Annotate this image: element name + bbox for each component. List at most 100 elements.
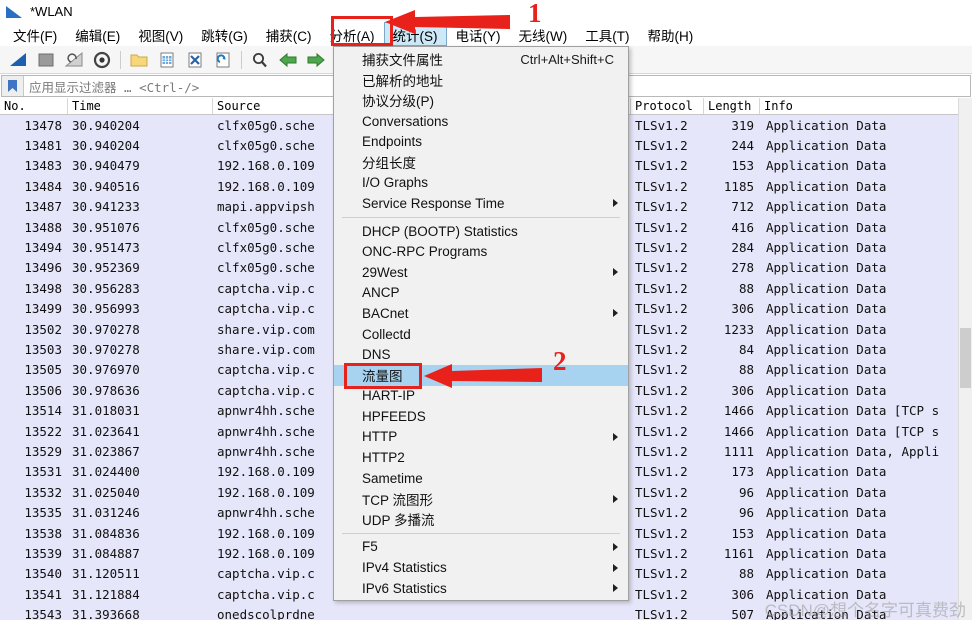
menu-item-29west[interactable]: 29West <box>334 262 628 283</box>
menu-item-[interactable]: 捕获文件属性 Ctrl+Alt+Shift+C <box>334 49 628 70</box>
cell-info: Application Data <box>766 260 887 276</box>
menu-item-bacnet[interactable]: BACnet <box>334 303 628 324</box>
cell-info: Application Data [TCP s <box>766 403 940 419</box>
menu-item-[interactable]: 已解析的地址 <box>334 70 628 91</box>
chevron-right-icon <box>613 494 618 503</box>
cell-info: Application Data <box>766 341 887 357</box>
menu-go[interactable]: 跳转(G) <box>192 22 257 46</box>
cell-source: 192.168.0.109 <box>217 484 315 500</box>
menu-tools[interactable]: 工具(T) <box>576 22 638 46</box>
cell-no: 13496 <box>24 260 62 276</box>
menu-item-udp[interactable]: UDP 多播流 <box>334 509 628 530</box>
scrollbar-thumb[interactable] <box>960 328 971 388</box>
cell-source: onedscolprdne <box>217 607 315 620</box>
menu-item-hpfeeds[interactable]: HPFEEDS <box>334 406 628 427</box>
menu-item-collectd[interactable]: Collectd <box>334 324 628 345</box>
cell-time: 30.976970 <box>72 362 140 378</box>
restart-capture-icon[interactable] <box>61 48 87 72</box>
toolbar-separator-2 <box>241 50 242 69</box>
menu-item-i-o-graphs[interactable]: I/O Graphs <box>334 173 628 194</box>
cell-length: 319 <box>731 117 754 133</box>
column-header-no[interactable]: No. <box>0 98 68 114</box>
cell-source: share.vip.com <box>217 321 315 337</box>
menu-telephony[interactable]: 电话(Y) <box>447 22 510 46</box>
cell-protocol: TLSv1.2 <box>635 423 688 439</box>
wireshark-fin-icon <box>6 4 23 19</box>
menu-help[interactable]: 帮助(H) <box>638 22 702 46</box>
cell-length: 306 <box>731 382 754 398</box>
cell-no: 13506 <box>24 382 62 398</box>
filter-bookmark-icon[interactable] <box>2 76 24 96</box>
menu-capture[interactable]: 捕获(C) <box>257 22 321 46</box>
menu-item-http[interactable]: HTTP <box>334 427 628 448</box>
menu-item-http2[interactable]: HTTP2 <box>334 447 628 468</box>
cell-info: Application Data <box>766 566 887 582</box>
menu-item-p[interactable]: 协议分级(P) <box>334 90 628 111</box>
menu-item-ancp[interactable]: ANCP <box>334 283 628 304</box>
menu-item-endpoints[interactable]: Endpoints <box>334 131 628 152</box>
column-header-source[interactable]: Source <box>213 98 341 114</box>
cell-length: 507 <box>731 607 754 620</box>
save-file-icon[interactable] <box>154 48 180 72</box>
cell-no: 13484 <box>24 178 62 194</box>
menu-item-ipv6-statistics[interactable]: IPv6 Statistics <box>334 578 628 599</box>
menu-edit[interactable]: 编辑(E) <box>66 22 129 46</box>
cell-length: 84 <box>738 341 754 357</box>
packet-list-vertical-scrollbar[interactable] <box>958 98 972 620</box>
cell-no: 13539 <box>24 545 62 561</box>
cell-no: 13538 <box>24 525 62 541</box>
cell-time: 30.940204 <box>72 117 140 133</box>
cell-info: Application Data <box>766 505 887 521</box>
menu-item-dhcp-bootp-statistics[interactable]: DHCP (BOOTP) Statistics <box>334 221 628 242</box>
cell-time: 30.978636 <box>72 382 140 398</box>
cell-length: 1466 <box>723 403 754 419</box>
menu-item-f5[interactable]: F5 <box>334 537 628 558</box>
menu-item-service-response-time[interactable]: Service Response Time <box>334 193 628 214</box>
stop-capture-icon[interactable] <box>33 48 59 72</box>
open-file-icon[interactable] <box>126 48 152 72</box>
menu-item-label: 已解析的地址 <box>362 73 443 89</box>
menu-item-[interactable]: 分组长度 <box>334 152 628 173</box>
menu-view[interactable]: 视图(V) <box>129 22 192 46</box>
menu-file[interactable]: 文件(F) <box>4 22 66 46</box>
go-back-icon[interactable] <box>275 48 301 72</box>
cell-protocol: TLSv1.2 <box>635 158 688 174</box>
menu-item-label: HPFEEDS <box>362 408 426 424</box>
reload-file-icon[interactable] <box>210 48 236 72</box>
menu-item-label: ONC-RPC Programs <box>362 244 488 260</box>
column-header-length[interactable]: Length <box>704 98 760 114</box>
menu-item-dns[interactable]: DNS <box>334 344 628 365</box>
column-header-time[interactable]: Time <box>68 98 213 114</box>
menu-item-ipv4-statistics[interactable]: IPv4 Statistics <box>334 557 628 578</box>
cell-length: 1161 <box>723 545 754 561</box>
find-packet-icon[interactable] <box>247 48 273 72</box>
cell-info: Application Data <box>766 321 887 337</box>
go-forward-icon[interactable] <box>303 48 329 72</box>
menu-wireless[interactable]: 无线(W) <box>510 22 577 46</box>
annotation-step-2-label: 2 <box>553 346 567 376</box>
cell-info: Application Data <box>766 484 887 500</box>
menu-item-label: Collectd <box>362 326 411 342</box>
capture-options-icon[interactable] <box>89 48 115 72</box>
cell-time: 30.951473 <box>72 240 140 256</box>
cell-protocol: TLSv1.2 <box>635 505 688 521</box>
cell-protocol: TLSv1.2 <box>635 525 688 541</box>
menu-item-tcp[interactable]: TCP 流图形 <box>334 488 628 509</box>
statistics-dropdown-menu: 捕获文件属性 Ctrl+Alt+Shift+C 已解析的地址 协议分级(P) Conve… <box>333 46 629 602</box>
cell-time: 31.084836 <box>72 525 140 541</box>
table-row[interactable]: 13543 31.393668 onedscolprdne TLSv1.2 507 App… <box>0 604 972 620</box>
cell-protocol: TLSv1.2 <box>635 443 688 459</box>
cell-protocol: TLSv1.2 <box>635 199 688 215</box>
cell-source: captcha.vip.c <box>217 382 315 398</box>
cell-time: 31.121884 <box>72 586 140 602</box>
column-header-info[interactable]: Info <box>760 98 972 114</box>
start-capture-icon[interactable] <box>5 48 31 72</box>
cell-length: 1111 <box>723 443 754 459</box>
cell-time: 30.940204 <box>72 138 140 154</box>
menu-item-conversations[interactable]: Conversations <box>334 111 628 132</box>
close-file-icon[interactable] <box>182 48 208 72</box>
column-header-protocol[interactable]: Protocol <box>631 98 704 114</box>
cell-time: 30.952369 <box>72 260 140 276</box>
menu-item-sametime[interactable]: Sametime <box>334 468 628 489</box>
menu-item-onc-rpc-programs[interactable]: ONC-RPC Programs <box>334 241 628 262</box>
